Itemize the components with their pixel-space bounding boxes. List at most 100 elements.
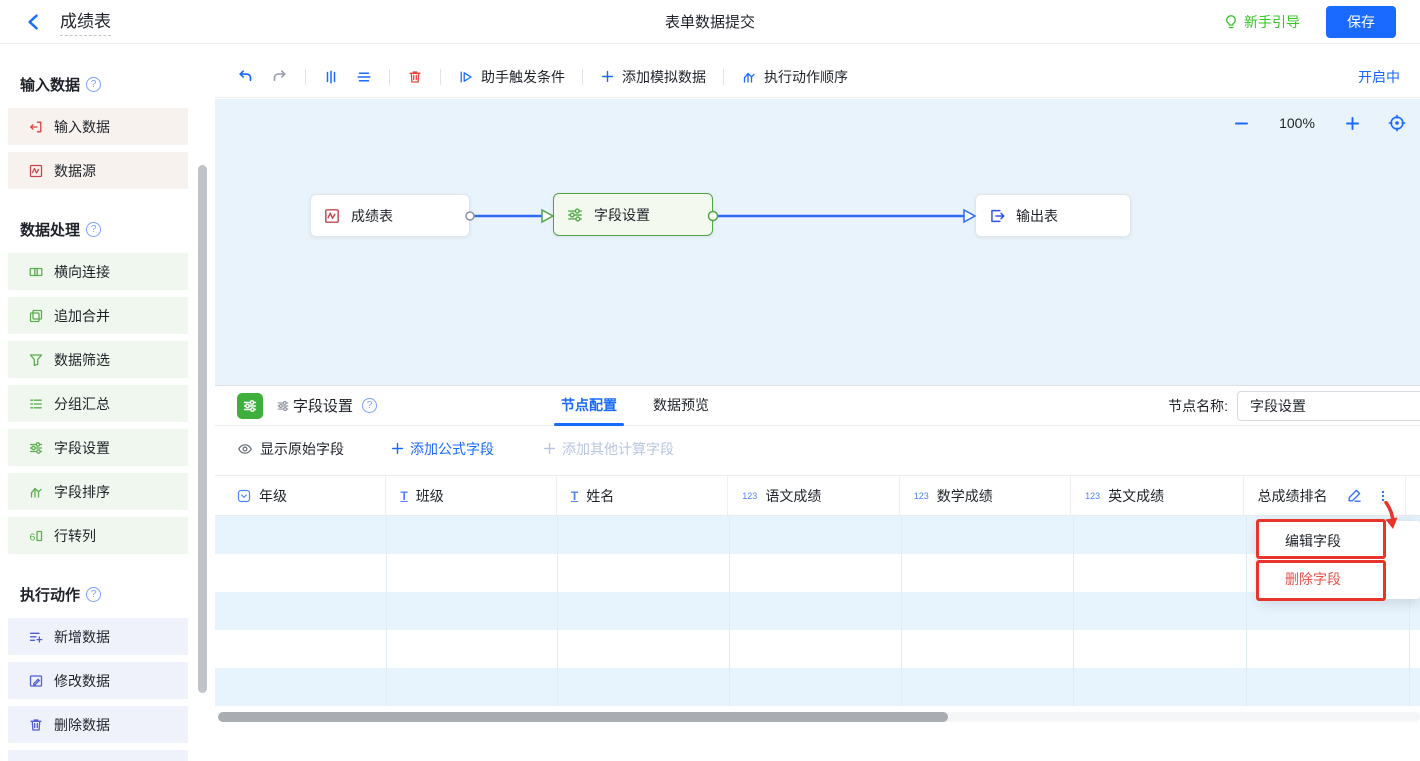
menu-item-edit-field[interactable]: 编辑字段 (1259, 522, 1420, 560)
table-cell (215, 516, 387, 554)
filter-icon (28, 352, 44, 368)
sidebar-scrollbar[interactable] (198, 165, 207, 693)
sidebar-item-group-summary[interactable]: 分组汇总 (8, 385, 188, 422)
sidebar-item-data-filter[interactable]: 数据筛选 (8, 341, 188, 378)
kebab-menu-icon[interactable] (1376, 488, 1390, 504)
sidebar-item-append-merge[interactable]: 追加合并 (8, 297, 188, 334)
table-cell (1410, 630, 1420, 668)
beginner-guide-label: 新手引导 (1244, 12, 1300, 32)
sidebar-item-horizontal-join[interactable]: 横向连接 (8, 253, 188, 290)
sidebar-item-datasource[interactable]: 数据源 (8, 152, 188, 189)
flow-node-source[interactable]: 成绩表 (310, 194, 470, 237)
column-header-chinese-score[interactable]: 123 语文成绩 (728, 476, 899, 515)
delete-node-icon[interactable] (407, 69, 423, 85)
horizontal-layout-icon[interactable] (356, 69, 372, 85)
column-header-name[interactable]: T 姓名 (557, 476, 728, 515)
edit-field-icon[interactable] (1346, 487, 1363, 504)
column-header-grade[interactable]: 年级 (215, 476, 386, 515)
help-icon[interactable]: ? (86, 77, 101, 92)
action-order-label: 执行动作顺序 (764, 67, 848, 87)
show-original-fields-toggle[interactable]: 显示原始字段 (237, 439, 344, 459)
fields-table: 年级 T 班级 T 姓名 123 语文成绩 123 数学成绩 (215, 475, 1420, 706)
flow-node-field-setting[interactable]: 字段设置 (553, 193, 713, 236)
run-status-badge[interactable]: 开启中 (1358, 56, 1400, 98)
column-header-math-score[interactable]: 123 数学成绩 (900, 476, 1071, 515)
toolbar-divider (723, 69, 724, 85)
zoom-controls: 100% (1233, 114, 1406, 132)
help-icon[interactable]: ? (86, 222, 101, 237)
section-heading-input: 输入数据 ? (0, 74, 188, 95)
sidebar-item-message-push[interactable]: 消息推送 (8, 750, 188, 761)
help-icon[interactable]: ? (86, 587, 101, 602)
panel-header: 字段设置 ? 节点配置 数据预览 节点名称: (215, 386, 1420, 426)
canvas-toolbar: 助手触发条件 添加模拟数据 执行动作顺序 开启中 (215, 56, 1420, 98)
add-other-calc-field-button[interactable]: 添加其他计算字段 (542, 439, 674, 459)
menu-item-delete-field[interactable]: 删除字段 (1259, 560, 1420, 598)
tab-data-preview[interactable]: 数据预览 (653, 386, 709, 426)
table-cell (1074, 554, 1247, 592)
back-icon[interactable] (24, 12, 44, 32)
horizontal-scrollbar-thumb[interactable] (218, 712, 948, 722)
table-cell (558, 554, 730, 592)
table-cell (902, 554, 1074, 592)
topbar-right: 新手引导 保存 (1223, 6, 1396, 38)
fit-view-icon[interactable] (1388, 114, 1406, 132)
beginner-guide-link[interactable]: 新手引导 (1223, 12, 1300, 32)
column-header-total-rank[interactable]: 总成绩排名 (1244, 476, 1406, 515)
assistant-trigger-button[interactable]: 助手触发条件 (458, 67, 565, 87)
table-cell (902, 668, 1074, 706)
help-icon[interactable]: ? (362, 398, 377, 413)
sidebar-item-delete-data[interactable]: 删除数据 (8, 706, 188, 743)
table-cell (902, 516, 1074, 554)
group-summary-icon (28, 396, 44, 412)
column-header-partial[interactable]: 123 (1406, 476, 1420, 515)
table-body (215, 516, 1420, 706)
flow-node-output[interactable]: 输出表 (975, 194, 1131, 237)
panel-tabs: 节点配置 数据预览 (561, 386, 709, 426)
sidebar-item-label: 字段设置 (54, 438, 110, 458)
lightbulb-icon (1223, 14, 1239, 30)
sidebar-item-row-to-column[interactable]: 6 行转列 (8, 517, 188, 554)
play-icon (458, 69, 474, 85)
number-type-icon: 123 (742, 491, 757, 501)
toolbar-divider (305, 69, 306, 85)
flow-canvas[interactable]: 100% 成绩表 字段设置 输出表 (215, 99, 1420, 385)
tab-node-config[interactable]: 节点配置 (561, 386, 617, 426)
delete-data-icon (28, 717, 44, 733)
zoom-in-icon[interactable] (1344, 115, 1361, 132)
add-formula-field-button[interactable]: 添加公式字段 (390, 439, 494, 459)
table-cell (902, 592, 1074, 630)
toolbar-divider (582, 69, 583, 85)
section-heading-label: 执行动作 (20, 584, 80, 605)
column-header-class[interactable]: T 班级 (386, 476, 556, 515)
sidebar-item-label: 横向连接 (54, 262, 110, 282)
sidebar-item-input-data[interactable]: 输入数据 (8, 108, 188, 145)
table-cell (730, 554, 902, 592)
redo-icon[interactable] (271, 68, 288, 85)
vertical-layout-icon[interactable] (323, 69, 339, 85)
sidebar-item-field-setting[interactable]: 字段设置 (8, 429, 188, 466)
save-button[interactable]: 保存 (1326, 6, 1396, 38)
sidebar-item-modify-data[interactable]: 修改数据 (8, 662, 188, 699)
action-order-button[interactable]: 执行动作顺序 (741, 67, 848, 87)
sidebar-item-add-data[interactable]: 新增数据 (8, 618, 188, 655)
sidebar-item-field-sort[interactable]: 字段排序 (8, 473, 188, 510)
node-name-input[interactable] (1237, 391, 1420, 421)
panel-actions: 显示原始字段 添加公式字段 添加其他计算字段 (215, 426, 1420, 471)
table-cell (902, 630, 1074, 668)
table-row (215, 592, 1420, 630)
horizontal-scrollbar-track[interactable] (218, 712, 1420, 722)
column-header-english-score[interactable]: 123 英文成绩 (1071, 476, 1243, 515)
table-cell (558, 516, 730, 554)
column-label: 总成绩排名 (1258, 486, 1328, 506)
add-mock-data-button[interactable]: 添加模拟数据 (600, 67, 706, 87)
table-cell (387, 592, 558, 630)
table-cell (558, 630, 730, 668)
page-title: 表单数据提交 (0, 11, 1420, 32)
table-cell (730, 630, 902, 668)
sidebar-item-label: 删除数据 (54, 715, 110, 735)
zoom-out-icon[interactable] (1233, 115, 1250, 132)
undo-icon[interactable] (237, 68, 254, 85)
add-data-icon (28, 629, 44, 645)
document-title[interactable]: 成绩表 (60, 7, 111, 36)
